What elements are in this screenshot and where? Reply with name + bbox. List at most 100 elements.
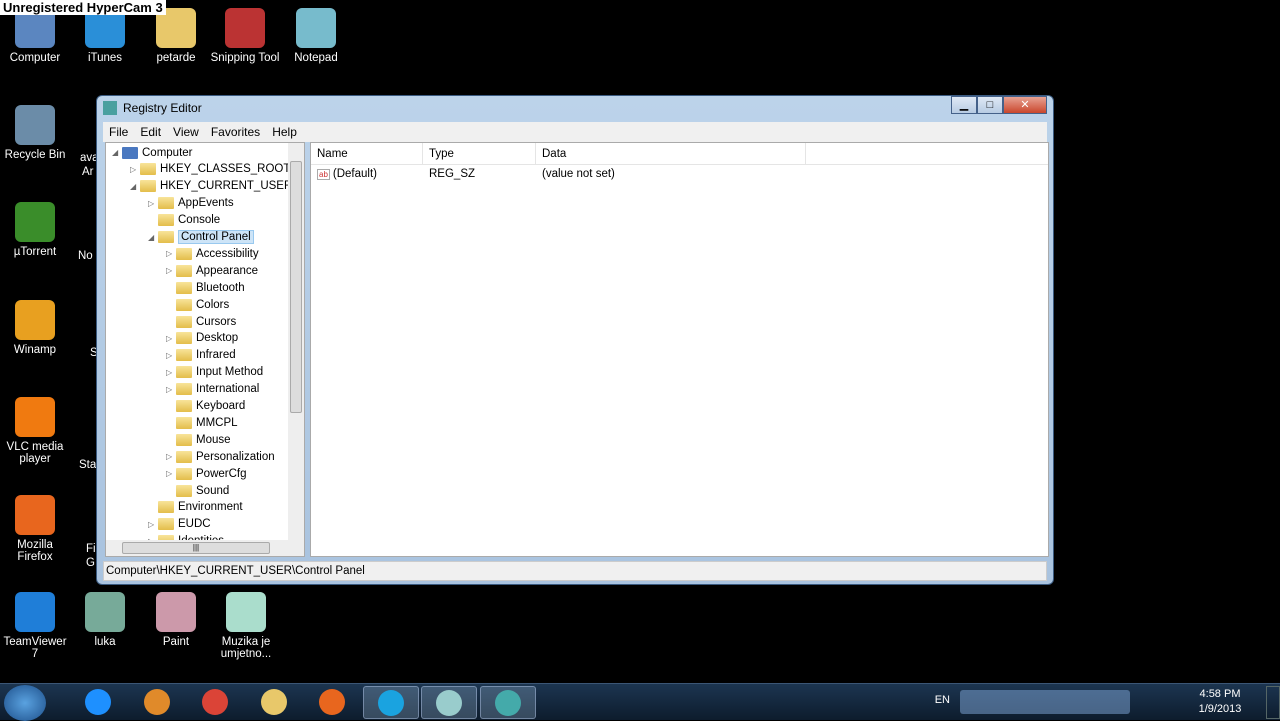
expand-arrow-icon[interactable]: ▷ [130, 165, 140, 174]
hypercam-controls[interactable] [960, 690, 1130, 714]
show-desktop-button[interactable] [1266, 686, 1280, 719]
desktop-icon[interactable]: µTorrent [0, 202, 70, 258]
tree-horizontal-scrollbar[interactable]: ||| [106, 540, 304, 556]
tree-node[interactable]: ▷ Input Method [166, 364, 263, 381]
expand-arrow-icon[interactable]: ▷ [166, 249, 176, 258]
collapse-arrow-icon[interactable]: ◢ [112, 148, 122, 157]
tree-node[interactable]: ▷ Accessibility [166, 245, 259, 262]
desktop-icon[interactable]: luka [70, 592, 140, 648]
taskbar-explorer[interactable] [246, 686, 302, 719]
tree-node[interactable]: Environment [148, 499, 243, 516]
tree-node[interactable]: Cursors [166, 313, 236, 330]
tree-node[interactable]: Console [148, 212, 220, 229]
taskbar-skype[interactable] [362, 686, 419, 719]
taskbar-notepad[interactable] [421, 686, 477, 719]
taskbar-chrome[interactable] [187, 686, 243, 719]
close-button[interactable]: ✕ [1003, 96, 1047, 114]
desktop-icon[interactable]: Snipping Tool [210, 8, 280, 64]
tree-node[interactable]: Sound [166, 482, 229, 499]
menu-file[interactable]: File [103, 125, 134, 139]
tree-node[interactable]: ▷ Appearance [166, 262, 258, 279]
value-row[interactable]: ab (Default) REG_SZ (value not set) [311, 165, 1048, 183]
tree-node-label: AppEvents [178, 197, 234, 210]
menu-bar: File Edit View Favorites Help [103, 122, 1047, 142]
desktop-icon[interactable]: VLC media player [0, 397, 70, 465]
computer-icon [122, 146, 138, 159]
desktop-icon[interactable]: iTunes [70, 8, 140, 64]
desktop-icon-label: Notepad [294, 52, 338, 64]
tree-node[interactable]: Keyboard [166, 398, 245, 415]
taskbar-media-player[interactable] [129, 686, 185, 719]
desktop-icon[interactable]: petarde [141, 8, 211, 64]
tree-node[interactable]: Colors [166, 296, 229, 313]
expand-arrow-icon[interactable]: ▷ [166, 368, 176, 377]
partial-icon-label[interactable]: Sta [79, 459, 96, 471]
desktop-icon[interactable]: Winamp [0, 300, 70, 356]
column-name[interactable]: Name [311, 143, 423, 164]
expand-arrow-icon[interactable]: ▷ [166, 351, 176, 360]
expand-arrow-icon[interactable]: ▷ [148, 199, 158, 208]
tree-node[interactable]: ▷ Desktop [166, 330, 238, 347]
taskbar-firefox[interactable] [304, 686, 360, 719]
notepad-icon [436, 690, 462, 716]
desktop-icon[interactable]: Computer [0, 8, 70, 64]
tree-node[interactable]: ▷ EUDC [148, 516, 211, 533]
taskbar-registry-editor[interactable] [479, 686, 536, 719]
clock[interactable]: 4:58 PM 1/9/2013 [1190, 688, 1250, 715]
desktop-icon[interactable]: Mozilla Firefox [0, 495, 70, 563]
desktop-icon[interactable]: Muzika je umjetno... [211, 592, 281, 660]
tree-node-label: Computer [142, 146, 193, 159]
column-type[interactable]: Type [423, 143, 536, 164]
tree-node[interactable]: ◢ HKEY_CURRENT_USER [130, 178, 292, 195]
folder-icon [158, 518, 174, 531]
expand-arrow-icon[interactable]: ▷ [166, 452, 176, 461]
folder-icon [176, 332, 192, 345]
partial-icon-label[interactable]: Ar [82, 166, 94, 178]
tree-node-label: Console [178, 214, 221, 227]
tree-node[interactable]: ▷ Personalization [166, 448, 275, 465]
tree-node[interactable]: MMCPL [166, 414, 238, 431]
maximize-button[interactable]: □ [977, 96, 1003, 114]
partial-icon-label[interactable]: G [86, 557, 95, 569]
tree-node[interactable]: ◢ Control Panel [148, 229, 254, 246]
taskbar-internet-explorer[interactable] [70, 686, 126, 719]
desktop-icon[interactable]: TeamViewer 7 [0, 592, 70, 660]
tree-node[interactable]: ▷ AppEvents [148, 195, 234, 212]
partial-icon-label[interactable]: Fi [86, 543, 96, 555]
collapse-arrow-icon[interactable]: ◢ [130, 182, 140, 191]
folder-icon [140, 180, 156, 193]
app-icon [15, 397, 55, 437]
values-list: Name Type Data ab (Default) REG_SZ (value… [310, 142, 1049, 557]
tree-node[interactable]: Mouse [166, 431, 231, 448]
expand-arrow-icon[interactable]: ▷ [166, 334, 176, 343]
tree-node-label: MMCPL [196, 416, 238, 429]
menu-favorites[interactable]: Favorites [205, 125, 266, 139]
language-indicator[interactable]: EN [935, 694, 950, 706]
tree-node[interactable]: ▷ PowerCfg [166, 465, 247, 482]
folder-icon [176, 400, 192, 412]
start-button[interactable] [4, 685, 46, 721]
tree-node-label: Environment [178, 501, 243, 514]
tree-vertical-scrollbar[interactable] [288, 143, 304, 541]
tree-node[interactable]: Bluetooth [166, 279, 245, 296]
tree-node[interactable]: ▷ International [166, 381, 259, 398]
expand-arrow-icon[interactable]: ▷ [166, 266, 176, 275]
tree-node[interactable]: ▷ HKEY_CLASSES_ROOT [130, 161, 290, 178]
menu-edit[interactable]: Edit [134, 125, 167, 139]
collapse-arrow-icon[interactable]: ◢ [148, 233, 158, 242]
desktop-icon[interactable]: Paint [141, 592, 211, 648]
folder-icon [176, 366, 192, 379]
desktop-icon[interactable]: Notepad [281, 8, 351, 64]
tree-node[interactable]: ▷ Infrared [166, 347, 236, 364]
column-data[interactable]: Data [536, 143, 806, 164]
tree-node[interactable]: ◢ Computer [112, 144, 193, 161]
minimize-button[interactable]: ▁ [951, 96, 977, 114]
expand-arrow-icon[interactable]: ▷ [166, 469, 176, 478]
folder-icon [158, 197, 174, 210]
expand-arrow-icon[interactable]: ▷ [166, 385, 176, 394]
menu-help[interactable]: Help [266, 125, 303, 139]
desktop-icon[interactable]: Recycle Bin [0, 105, 70, 161]
menu-view[interactable]: View [167, 125, 205, 139]
expand-arrow-icon[interactable]: ▷ [148, 520, 158, 529]
partial-icon-label[interactable]: No [78, 250, 93, 262]
